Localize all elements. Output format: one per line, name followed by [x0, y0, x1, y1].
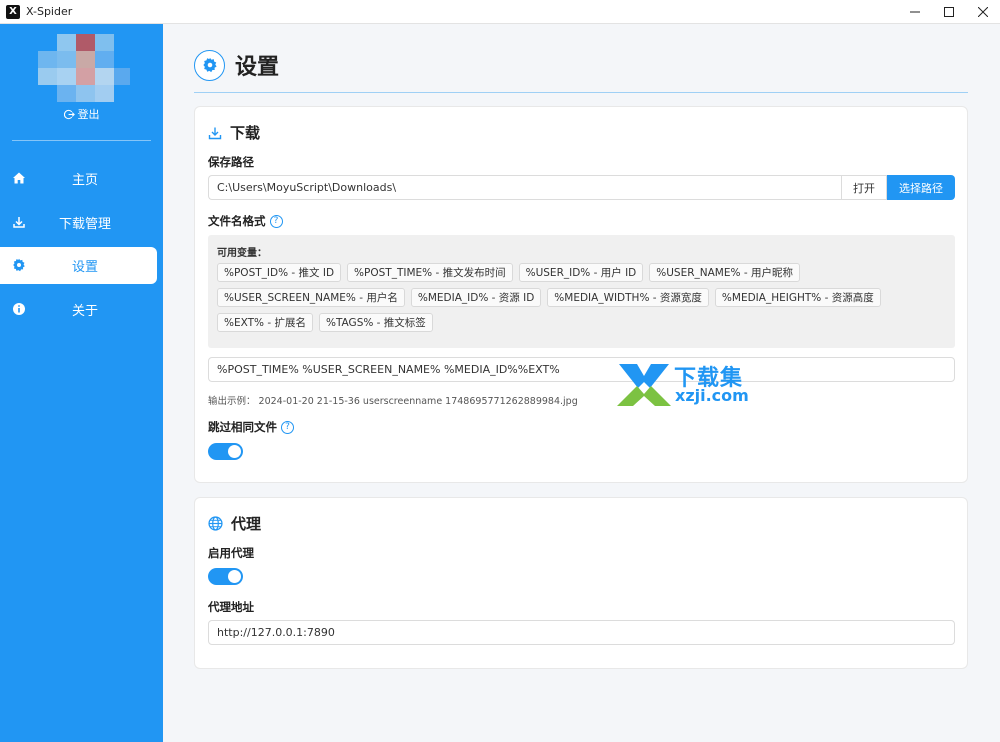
filename-format-label: 文件名格式 ? — [208, 213, 283, 229]
save-path-row: C:\Users\MoyuScript\Downloads\ 打开 选择路径 — [208, 175, 955, 200]
proxy-address-label: 代理地址 — [208, 599, 254, 615]
skip-same-files-label: 跳过相同文件 ? — [208, 419, 294, 435]
main-content: 设置 下载 保存路径 C:\Users\MoyuScript\Downloads… — [163, 24, 1000, 742]
sidebar-item-downloads[interactable]: 下载管理 — [0, 204, 157, 241]
output-example-value: 2024-01-20 21-15-36 userscreenname 17486… — [258, 396, 578, 407]
watermark-subtitle: xzji.com — [675, 386, 749, 405]
output-example: 输出示例： 2024-01-20 21-15-36 userscreenname… — [208, 393, 578, 407]
logout-label: 登出 — [77, 108, 100, 121]
page-title: 设置 — [235, 55, 280, 80]
filename-format-input[interactable]: %POST_TIME% %USER_SCREEN_NAME% %MEDIA_ID… — [208, 357, 955, 382]
logout-icon — [63, 109, 75, 119]
variable-chip[interactable]: %USER_NAME% - 用户昵称 — [649, 263, 800, 282]
save-path-label: 保存路径 — [208, 154, 254, 170]
watermark: 下载集 xzji.com — [617, 360, 757, 408]
variable-row: %EXT% - 扩展名 %TAGS% - 推文标签 — [217, 313, 433, 332]
choose-path-button[interactable]: 选择路径 — [887, 175, 955, 200]
skip-same-files-label-text: 跳过相同文件 — [208, 420, 277, 434]
logout-button[interactable]: 登出 — [0, 106, 163, 122]
sidebar-item-settings[interactable]: 设置 — [0, 247, 157, 284]
variable-chip[interactable]: %TAGS% - 推文标签 — [318, 313, 433, 332]
open-folder-button[interactable]: 打开 — [841, 175, 887, 200]
variable-chip[interactable]: %MEDIA_WIDTH% - 资源宽度 — [547, 288, 709, 307]
sidebar-divider — [12, 140, 151, 141]
minimize-icon — [910, 11, 920, 13]
variable-chip[interactable]: %USER_ID% - 用户 ID — [518, 263, 644, 282]
maximize-icon — [944, 7, 954, 17]
variable-row: %USER_SCREEN_NAME% - 用户名 %MEDIA_ID% - 资源… — [217, 288, 881, 307]
variable-chip[interactable]: %MEDIA_ID% - 资源 ID — [410, 288, 542, 307]
gear-icon — [202, 57, 217, 73]
sidebar-item-label: 关于 — [71, 304, 98, 319]
enable-proxy-label-text: 启用代理 — [208, 546, 254, 560]
proxy-section-header: 代理 — [208, 513, 261, 534]
enable-proxy-toggle[interactable] — [208, 568, 243, 585]
download-icon — [13, 217, 25, 228]
proxy-address-label-text: 代理地址 — [208, 600, 254, 614]
page-header: 设置 — [194, 49, 279, 81]
watermark-logo-icon — [617, 364, 671, 406]
globe-icon — [208, 516, 223, 531]
download-section-header: 下载 — [208, 122, 260, 143]
sidebar-item-label: 下载管理 — [58, 217, 111, 232]
variable-chip[interactable]: %USER_SCREEN_NAME% - 用户名 — [217, 288, 405, 307]
sidebar: 登出 主页 下载管理 设置 关于 — [0, 24, 163, 742]
output-example-label: 输出示例： — [208, 396, 256, 407]
sidebar-item-home[interactable]: 主页 — [0, 160, 157, 197]
help-icon[interactable]: ? — [269, 214, 283, 228]
window-controls — [898, 0, 1000, 24]
home-icon — [13, 172, 25, 184]
filename-format-label-text: 文件名格式 — [208, 214, 266, 228]
close-button[interactable] — [966, 0, 1000, 24]
app-logo-icon: X — [6, 4, 20, 19]
avatar[interactable] — [38, 34, 130, 102]
download-settings-card: 下载 保存路径 C:\Users\MoyuScript\Downloads\ 打… — [194, 106, 968, 483]
save-path-input[interactable]: C:\Users\MoyuScript\Downloads\ — [208, 175, 841, 200]
info-icon — [13, 303, 25, 315]
download-icon — [208, 127, 222, 139]
skip-same-files-toggle[interactable] — [208, 443, 243, 460]
close-icon — [978, 7, 988, 17]
available-variables-title: 可用变量： — [217, 248, 267, 259]
proxy-address-input[interactable]: http://127.0.0.1:7890 — [208, 620, 955, 645]
proxy-settings-card: 代理 启用代理 代理地址 http://127.0.0.1:7890 — [194, 497, 968, 669]
sidebar-item-label: 设置 — [71, 260, 98, 275]
settings-header-icon — [194, 49, 225, 81]
download-section-title: 下载 — [230, 124, 261, 142]
sidebar-item-label: 主页 — [71, 173, 98, 188]
variable-chip[interactable]: %POST_ID% - 推文 ID — [217, 263, 342, 282]
variable-chip[interactable]: %MEDIA_HEIGHT% - 资源高度 — [714, 288, 881, 307]
minimize-button[interactable] — [898, 0, 932, 24]
maximize-button[interactable] — [932, 0, 966, 24]
available-variables-box: 可用变量： %POST_ID% - 推文 ID %POST_TIME% - 推文… — [208, 235, 955, 348]
window-title: X-Spider — [26, 5, 73, 18]
title-bar: X X-Spider — [0, 0, 1000, 24]
variable-chip[interactable]: %POST_TIME% - 推文发布时间 — [347, 263, 513, 282]
variable-row: %POST_ID% - 推文 ID %POST_TIME% - 推文发布时间 %… — [217, 263, 800, 282]
sidebar-item-about[interactable]: 关于 — [0, 291, 157, 328]
help-icon[interactable]: ? — [281, 420, 294, 434]
header-divider — [194, 92, 968, 93]
variable-chip[interactable]: %EXT% - 扩展名 — [217, 313, 313, 332]
gear-icon — [13, 258, 25, 272]
enable-proxy-label: 启用代理 — [208, 545, 254, 561]
proxy-section-title: 代理 — [231, 515, 262, 533]
save-path-label-text: 保存路径 — [208, 155, 254, 169]
